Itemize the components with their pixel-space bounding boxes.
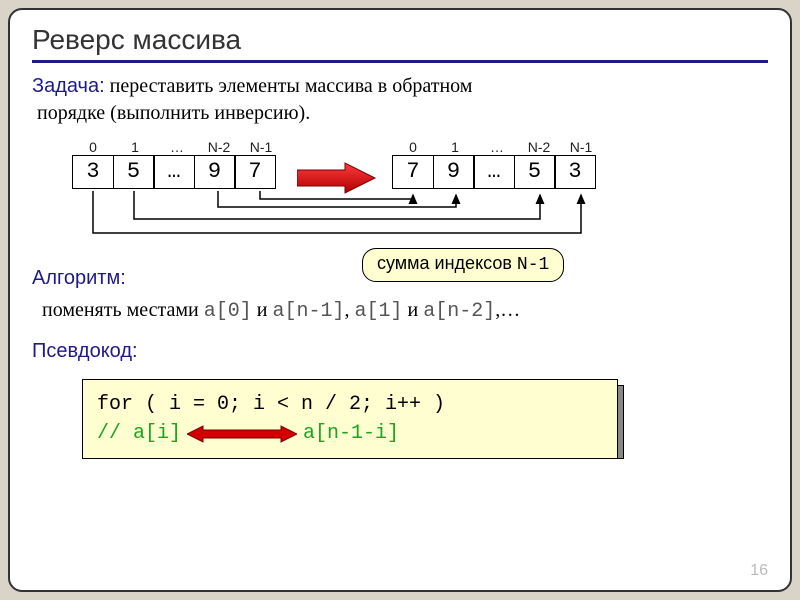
algo-tail: ,… [495,299,520,321]
algo-and: и [403,299,424,321]
callout-text: сумма индексов [377,253,517,273]
code-comment-a: // a[i] [97,419,181,448]
index-sum-callout: сумма индексов N-1 [362,248,564,282]
slide-frame: Реверс массива Задача: переставить элеме… [8,8,792,592]
idx-label: N-2 [198,139,240,155]
page-number: 16 [750,562,768,580]
code-box: for ( i = 0; i < n / 2; i++ ) // a[i] a[… [82,379,618,459]
array-cell: 5 [514,155,556,189]
swap-connectors-icon [72,189,632,253]
task-block: Задача: переставить элементы массива в о… [32,73,768,127]
code-line: for ( i = 0; i < n / 2; i++ ) [97,390,603,419]
algo-code: a[n-1] [272,300,344,323]
algo-code: a[n-2] [423,300,495,323]
idx-label: N-2 [518,139,560,155]
array-cell: … [473,155,515,189]
algo-comma: , [344,299,354,321]
array-cell: 5 [113,155,155,189]
code-comment-b: a[n-1-i] [303,419,399,448]
idx-label: 0 [392,139,434,155]
idx-label: 1 [114,139,156,155]
idx-label: … [156,139,198,155]
code-comment-line: // a[i] a[n-1-i] [97,419,399,448]
array-cell: 3 [72,155,114,189]
idx-label: N-1 [560,139,602,155]
idx-label: N-1 [240,139,282,155]
idx-label: … [476,139,518,155]
pseudocode-label: Псевдокод: [32,340,768,363]
algorithm-text: поменять местами a[0] и a[n-1], a[1] и a… [42,296,768,326]
array-cell: 7 [392,155,434,189]
task-text-1: переставить элементы массива в обратном [105,75,473,97]
idx-label: 0 [72,139,114,155]
task-label: Задача: [32,75,105,97]
array-cell: 9 [433,155,475,189]
array-cell: 7 [234,155,276,189]
arrays-diagram: 0 1 … N-2 N-1 3 5 … 9 7 0 1 … N-2 N-1 [72,139,768,249]
callout-code: N-1 [517,255,549,275]
array-cell: 9 [194,155,236,189]
task-text-2: порядке (выполнить инверсию). [37,102,310,124]
array-after: 0 1 … N-2 N-1 7 9 … 5 3 [392,139,602,189]
page-title: Реверс массива [32,24,768,63]
idx-label: 1 [434,139,476,155]
algo-code: a[1] [354,300,402,323]
array-before: 0 1 … N-2 N-1 3 5 … 9 7 [72,139,282,189]
double-arrow-icon [187,425,297,443]
code-block: for ( i = 0; i < n / 2; i++ ) // a[i] a[… [82,379,768,459]
array-cell: … [153,155,195,189]
algo-and: и [252,299,273,321]
array-cell: 3 [554,155,596,189]
algo-code: a[0] [204,300,252,323]
algo-pre: поменять местами [42,299,204,321]
